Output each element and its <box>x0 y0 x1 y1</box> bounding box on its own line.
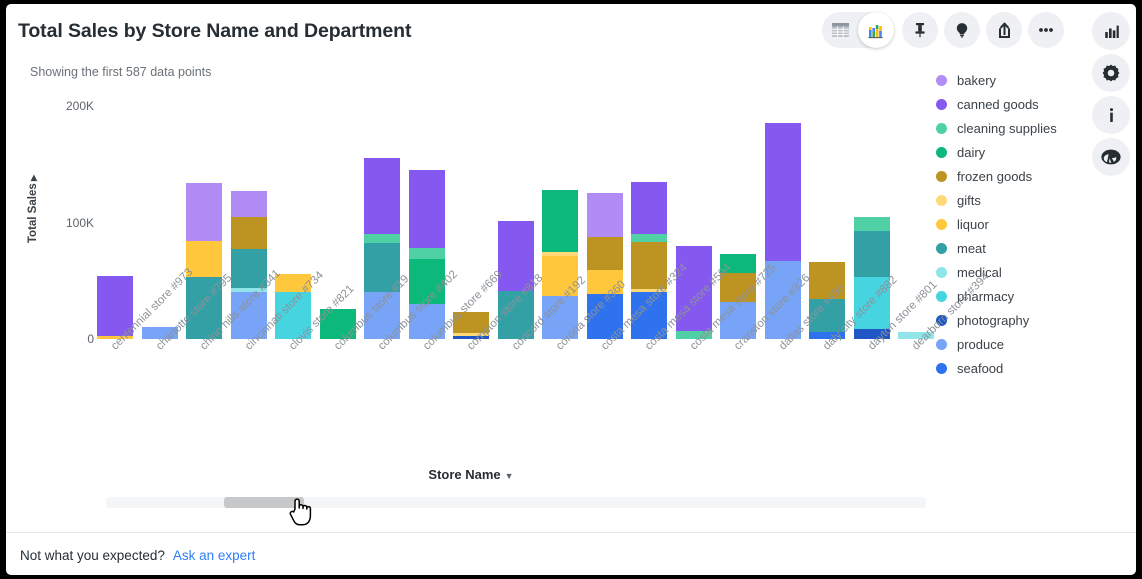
legend-item-label: canned goods <box>957 96 1039 112</box>
y-axis-title: Total Sales ▶ <box>27 175 39 243</box>
legend-item[interactable]: meat <box>936 236 1096 260</box>
legend-item[interactable]: medical <box>936 260 1096 284</box>
x-axis-labels: centennial store #973 charlotte store #79… <box>94 262 992 470</box>
y-axis-tick-label: 0 <box>87 332 94 346</box>
bar-segment[interactable] <box>230 191 267 217</box>
y-axis-ticks: 200K 100K 0 <box>40 4 94 474</box>
legend-swatch-icon <box>936 218 947 230</box>
bar-segment[interactable] <box>853 216 890 231</box>
legend-item-label: gifts <box>957 192 981 208</box>
info-icon[interactable] <box>1092 96 1130 134</box>
bar-segment[interactable] <box>364 234 400 244</box>
legend-item-label: dairy <box>957 144 986 160</box>
legend-swatch-icon <box>936 266 947 278</box>
legend-swatch-icon <box>936 338 947 350</box>
legend-swatch-icon <box>936 146 947 158</box>
bar-segment[interactable] <box>764 123 801 261</box>
legend-item-label: photography <box>957 312 1030 328</box>
screen: Total Sales by Store Name and Department… <box>0 0 1142 579</box>
legend-item-label: cleaning supplies <box>957 120 1057 136</box>
share-icon[interactable] <box>986 12 1022 48</box>
legend-swatch-icon <box>936 122 947 134</box>
bar-segment[interactable] <box>408 248 445 259</box>
more-options-icon[interactable] <box>1028 12 1064 48</box>
bar-segment[interactable] <box>542 189 578 252</box>
bar-segment[interactable] <box>408 170 445 249</box>
x-axis-title-text: Store Name <box>428 467 501 482</box>
legend-item[interactable]: seafood <box>936 356 1096 380</box>
legend-item[interactable]: canned goods <box>936 92 1096 116</box>
legend-swatch-icon <box>936 170 947 182</box>
legend-item-label: meat <box>957 240 986 256</box>
chevron-down-icon[interactable]: ▼ <box>505 471 514 481</box>
ask-an-expert-link[interactable]: Ask an expert <box>173 548 256 563</box>
scrollbar-thumb[interactable] <box>224 497 304 508</box>
bar-segment[interactable] <box>631 234 667 243</box>
horizontal-scrollbar[interactable] <box>106 497 926 508</box>
legend-item-label: produce <box>957 336 1004 352</box>
bar-segment[interactable] <box>230 216 267 250</box>
right-rail <box>1092 12 1130 176</box>
footer-divider <box>6 532 1136 533</box>
legend-swatch-icon <box>936 74 947 86</box>
legend-item[interactable]: dairy <box>936 140 1096 164</box>
gear-icon[interactable] <box>1092 54 1130 92</box>
bar-chart-icon[interactable] <box>1092 12 1130 50</box>
legend-item[interactable]: cleaning supplies <box>936 116 1096 140</box>
bar-segment[interactable] <box>853 230 890 278</box>
legend-swatch-icon <box>936 98 947 110</box>
legend-item[interactable]: photography <box>936 308 1096 332</box>
x-axis-title[interactable]: Store Name ▼ <box>6 467 936 482</box>
footer: Not what you expected? Ask an expert <box>20 548 255 563</box>
legend-item[interactable]: bakery <box>936 68 1096 92</box>
legend-item[interactable]: produce <box>936 332 1096 356</box>
y-axis-tick-label: 100K <box>65 215 94 230</box>
footer-text: Not what you expected? <box>20 548 165 563</box>
y-axis-title-text: Total Sales <box>27 183 39 244</box>
legend-item[interactable]: gifts <box>936 188 1096 212</box>
legend: bakery canned goods cleaning supplies dairy… <box>936 68 1096 380</box>
chart-card: Total Sales by Store Name and Department… <box>6 4 1136 575</box>
legend-swatch-icon <box>936 194 947 206</box>
legend-swatch-icon <box>936 290 947 302</box>
y-axis-tick-label: 200K <box>65 99 94 113</box>
legend-item[interactable]: frozen goods <box>936 164 1096 188</box>
lightbulb-icon[interactable] <box>944 12 980 48</box>
chart-plot-area: Total Sales ▶ 200K 100K 0 centennial store… <box>6 4 992 482</box>
bar-segment[interactable] <box>186 182 222 242</box>
legend-item-label: bakery <box>957 72 997 88</box>
legend-item-label: liquor <box>957 216 989 232</box>
bar-segment[interactable] <box>586 193 623 237</box>
legend-item-label: frozen goods <box>957 168 1033 184</box>
r-logo-icon[interactable] <box>1092 138 1130 176</box>
bar-segment[interactable] <box>364 158 400 235</box>
y-axis-caret-icon[interactable]: ▶ <box>29 175 38 183</box>
bar-segment[interactable] <box>586 236 623 271</box>
legend-swatch-icon <box>936 362 947 374</box>
legend-item[interactable]: liquor <box>936 212 1096 236</box>
legend-swatch-icon <box>936 242 947 254</box>
legend-item-label: seafood <box>957 360 1004 376</box>
bar-segment[interactable] <box>631 181 667 235</box>
